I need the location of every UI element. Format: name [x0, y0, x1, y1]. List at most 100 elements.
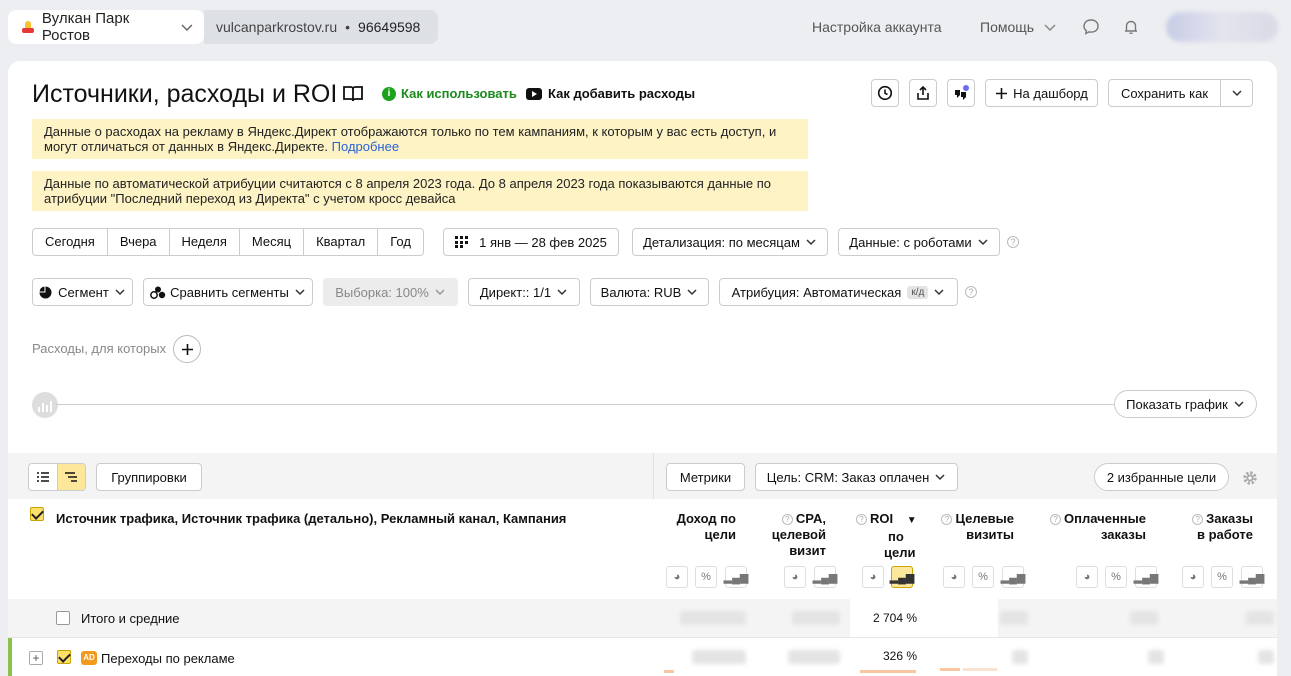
blurred-value — [1246, 611, 1274, 625]
direct-notice-text: Данные о расходах на рекламу в Яндекс.Ди… — [44, 124, 777, 154]
percent-view-button[interactable]: % — [1211, 566, 1233, 588]
bar-view-button[interactable]: ▂▄▆ — [1001, 566, 1025, 588]
column-header-paid-orders[interactable]: ? Оплаченные заказы — [1048, 511, 1146, 543]
percent-view-button[interactable]: % — [695, 566, 717, 588]
bell-icon[interactable] — [1122, 18, 1140, 36]
site-selector[interactable]: Вулкан Парк Ростов — [8, 10, 204, 44]
history-button[interactable] — [871, 79, 899, 107]
account-settings-link[interactable]: Настройка аккаунта — [812, 19, 942, 35]
column-header-cpa[interactable]: ? CPA, целевой визит — [756, 511, 826, 559]
pie-view-button[interactable]: ◕ — [943, 566, 965, 588]
totals-checkbox[interactable] — [56, 611, 70, 625]
tree-icon — [65, 472, 78, 482]
column-header-revenue[interactable]: Доход по цели — [668, 511, 736, 543]
currency-dropdown[interactable]: Валюта: RUB — [590, 278, 709, 306]
assistant-icon — [955, 85, 969, 100]
pie-view-button[interactable]: ◕ — [666, 566, 688, 588]
chevron-down-icon[interactable] — [1043, 20, 1057, 34]
help-icon[interactable]: ? — [781, 514, 793, 525]
blurred-value — [692, 650, 746, 664]
percent-icon: % — [701, 571, 711, 583]
percent-view-button[interactable]: % — [1105, 566, 1127, 588]
robots-dropdown[interactable]: Данные: с роботами — [838, 228, 1000, 256]
report-card: Источники, расходы и ROI i Как использов… — [8, 61, 1277, 676]
to-dashboard-button[interactable]: На дашборд — [985, 79, 1098, 107]
date-range-button[interactable]: 1 янв — 28 фев 2025 — [443, 228, 619, 256]
bar-view-button[interactable]: ▂▄▆ — [813, 566, 837, 588]
pie-view-button[interactable]: ◕ — [784, 566, 806, 588]
percent-view-button[interactable]: % — [972, 566, 994, 588]
counter-selector[interactable]: vulcanparkrostov.ru • 96649598 — [204, 10, 438, 44]
share-icon — [917, 85, 929, 100]
column-header-orders-in-work[interactable]: ? Заказы в работе — [1184, 511, 1253, 543]
expand-row-button[interactable]: + — [29, 651, 43, 665]
blurred-value — [1000, 611, 1028, 625]
period-quarter-button[interactable]: Квартал — [304, 229, 379, 255]
metrics-button[interactable]: Метрики — [666, 463, 745, 491]
robots-label: Данные: с роботами — [849, 234, 972, 250]
book-icon[interactable] — [342, 84, 364, 104]
period-yesterday-button[interactable]: Вчера — [108, 229, 170, 255]
calendar-icon — [455, 236, 469, 248]
bar-view-button[interactable]: ▂▄▆ — [724, 566, 748, 588]
period-today-button[interactable]: Сегодня — [33, 229, 108, 255]
how-to-use-link[interactable]: i Как использовать — [382, 86, 517, 101]
segment-dropdown[interactable]: Сегмент — [32, 278, 133, 306]
help-icon[interactable]: ? — [856, 514, 867, 525]
help-menu[interactable]: Помощь — [980, 19, 1034, 35]
value-bar — [664, 670, 674, 673]
show-chart-button[interactable]: Показать график — [1114, 390, 1257, 418]
pie-icon: ◕ — [791, 571, 799, 583]
pie-icon: ◕ — [673, 571, 681, 583]
help-icon[interactable]: ? — [965, 286, 977, 298]
detail-dropdown[interactable]: Детализация: по месяцам — [632, 228, 828, 256]
row-checkbox[interactable] — [57, 650, 71, 664]
blurred-value — [788, 650, 840, 664]
period-month-button[interactable]: Месяц — [240, 229, 305, 255]
pie-icon: ◕ — [1189, 571, 1197, 583]
list-view-button[interactable] — [29, 464, 57, 490]
bar-view-button[interactable]: ▂▄▆ — [1240, 566, 1264, 588]
save-as-button[interactable]: Сохранить как — [1108, 79, 1221, 107]
save-as-dropdown[interactable] — [1220, 79, 1253, 107]
video-icon — [526, 87, 542, 100]
help-icon[interactable]: ? — [1192, 514, 1204, 525]
goal-dropdown[interactable]: Цель: CRM: Заказ оплачен — [755, 463, 958, 491]
period-year-button[interactable]: Год — [378, 229, 423, 255]
compare-segments-dropdown[interactable]: Сравнить сегменты — [143, 278, 313, 306]
date-range-label: 1 янв — 28 фев 2025 — [479, 234, 607, 250]
add-expense-filter-button[interactable] — [173, 335, 201, 363]
gear-icon[interactable] — [1242, 470, 1258, 486]
tree-view-button[interactable] — [56, 464, 85, 490]
help-icon[interactable]: ? — [1050, 514, 1062, 525]
direct-dropdown[interactable]: Директ:: 1/1 — [468, 278, 580, 306]
blurred-value — [792, 611, 840, 625]
select-all-checkbox[interactable] — [30, 507, 44, 521]
learn-more-link[interactable]: Подробнее — [332, 139, 399, 154]
chart-divider — [56, 404, 1116, 405]
chevron-down-icon — [1234, 401, 1244, 408]
help-icon[interactable]: ? — [1007, 236, 1019, 248]
column-header-goal-visits[interactable]: ? Целевые визиты — [938, 511, 1014, 543]
help-icon[interactable]: ? — [941, 514, 953, 525]
groupings-button[interactable]: Группировки — [96, 463, 202, 491]
pie-view-button[interactable]: ◕ — [1076, 566, 1098, 588]
avatar[interactable] — [1166, 12, 1278, 42]
plus-icon — [996, 87, 1008, 99]
share-button[interactable] — [909, 79, 937, 107]
attribution-dropdown[interactable]: Атрибуция: Автоматическая к/д — [719, 278, 958, 306]
bar-view-button-active[interactable]: ▂▄▆ — [890, 566, 914, 588]
percent-icon: % — [978, 571, 988, 583]
chat-icon[interactable] — [1082, 18, 1100, 36]
bar-view-button[interactable]: ▂▄▆ — [1134, 566, 1158, 588]
favorite-goals-button[interactable]: 2 избранные цели — [1094, 463, 1229, 491]
how-to-add-costs-link[interactable]: Как добавить расходы — [526, 86, 695, 101]
pie-view-button[interactable]: ◕ — [862, 566, 884, 588]
column-header-roi[interactable]: ? ROI ▼ по цели — [856, 511, 928, 561]
assistant-button[interactable] — [947, 79, 975, 107]
ad-badge-icon: AD — [81, 651, 97, 665]
pie-icon — [39, 286, 52, 298]
period-week-button[interactable]: Неделя — [170, 229, 240, 255]
period-selector: Сегодня Вчера Неделя Месяц Квартал Год — [32, 228, 424, 256]
pie-view-button[interactable]: ◕ — [1182, 566, 1204, 588]
